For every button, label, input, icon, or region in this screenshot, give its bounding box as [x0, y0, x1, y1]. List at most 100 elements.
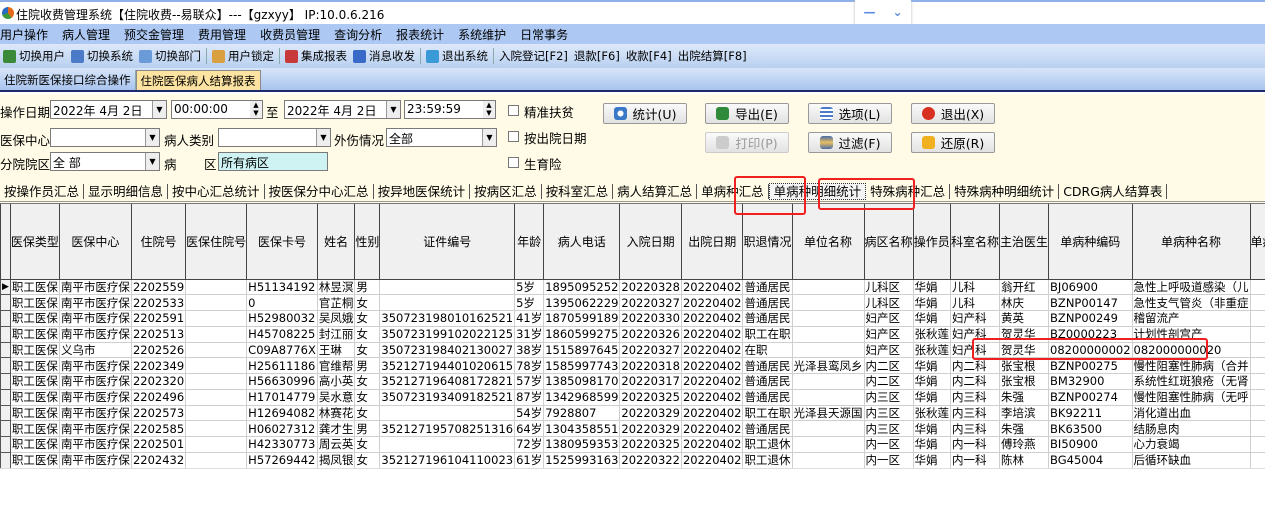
menu-item[interactable]: 查询分析: [334, 26, 382, 43]
menu-item[interactable]: 病人管理: [62, 26, 110, 43]
column-header[interactable]: 病区名称: [863, 204, 914, 280]
tab-settlement-report[interactable]: 住院医保病人结算报表: [135, 70, 261, 90]
report-tab[interactable]: 按医保分中心汇总: [265, 183, 374, 199]
date-to-picker[interactable]: 2022年 4月 2日 ▼: [284, 100, 401, 119]
column-header[interactable]: 证件编号: [379, 204, 516, 280]
ward-input[interactable]: 所有病区: [218, 152, 328, 171]
column-header[interactable]: 医保住院号: [185, 204, 248, 280]
table-row[interactable]: ▶ 职工医保 南平市医疗保 2202559 H51134192 林昱溟男 5岁 1895095…: [0, 278, 1265, 296]
column-header[interactable]: 医保中心: [58, 204, 132, 280]
column-header[interactable]: 科室名称: [950, 204, 1001, 280]
export-button[interactable]: 导出(E): [705, 103, 789, 124]
row-indicator[interactable]: [0, 404, 11, 422]
column-header[interactable]: 单病种定额: [1249, 204, 1265, 280]
toolbar-button[interactable]: 退款[F6]: [571, 48, 623, 64]
column-header[interactable]: 单位名称: [791, 204, 865, 280]
row-indicator[interactable]: [0, 420, 11, 437]
menu-item[interactable]: 日常事务: [520, 26, 568, 43]
minimize-button[interactable]: —: [863, 5, 875, 19]
report-tab[interactable]: 显示明细信息: [84, 183, 169, 199]
print-button[interactable]: 打印(P): [705, 132, 789, 153]
column-header[interactable]: 年龄: [514, 204, 545, 280]
dropdown-arrow-icon[interactable]: ▼: [386, 101, 400, 118]
column-header[interactable]: 入院日期: [619, 204, 682, 280]
toolbar-button[interactable]: 切换用户: [0, 48, 68, 64]
column-header[interactable]: 单病种名称: [1131, 204, 1251, 280]
column-header[interactable]: 性别: [354, 204, 381, 280]
column-header[interactable]: 单病种编码: [1048, 204, 1133, 280]
column-header[interactable]: 医保卡号: [246, 204, 318, 280]
row-indicator[interactable]: [0, 373, 11, 390]
injury-select[interactable]: 全部 ▼: [386, 128, 497, 147]
report-tab[interactable]: 按操作员汇总: [0, 183, 85, 199]
table-row[interactable]: 职工医保 南平市医疗保 2202432 H57269442 揭凤银女 3521271961…: [0, 451, 1265, 469]
report-tab[interactable]: 按病区汇总: [470, 183, 542, 199]
column-header[interactable]: 操作员: [912, 204, 952, 280]
report-tab[interactable]: CDRG病人结算表: [1059, 183, 1168, 199]
checkbox-maternity[interactable]: [508, 157, 519, 168]
table-row[interactable]: 职工医保 南平市医疗保 2202573 H12694082 林赛花女 54岁 7928807…: [0, 404, 1265, 422]
restore-button[interactable]: 还原(R): [911, 132, 995, 153]
dropdown-arrow-icon[interactable]: ▼: [152, 101, 166, 118]
row-indicator[interactable]: [0, 388, 11, 406]
column-header[interactable]: 住院号: [130, 204, 187, 280]
report-tab[interactable]: 按异地医保统计: [374, 183, 471, 199]
toolbar-button[interactable]: 切换部门: [136, 48, 204, 64]
filter-button[interactable]: 过滤(F): [808, 132, 892, 153]
table-row[interactable]: 职工医保 南平市医疗保 2202585 H06027312 龚才生男 3521271957…: [0, 420, 1265, 437]
column-header[interactable]: 姓名: [316, 204, 356, 280]
table-row[interactable]: 职工医保 南平市医疗保 2202349 H25611186 官维帮男 3521271944…: [0, 357, 1265, 374]
table-row[interactable]: 职工医保 南平市医疗保 2202501 H42330773 周云英女 72岁 1380959…: [0, 436, 1265, 453]
toolbar-button[interactable]: 收款[F4]: [623, 48, 675, 64]
row-indicator[interactable]: [0, 357, 11, 374]
column-header[interactable]: 出院日期: [680, 204, 744, 280]
dropdown-arrow-icon[interactable]: ▼: [145, 129, 159, 146]
row-indicator[interactable]: [0, 451, 11, 469]
toolbar-button[interactable]: 集成报表: [282, 48, 350, 64]
row-indicator[interactable]: ▶: [0, 278, 11, 296]
menu-item[interactable]: 报表统计: [396, 26, 444, 43]
center-select[interactable]: ▼: [50, 128, 160, 147]
table-row[interactable]: 职工医保 南平市医疗保 2202496 H17014779 吴水意女 3507231934…: [0, 388, 1265, 406]
row-indicator[interactable]: [0, 310, 11, 327]
time-from-input[interactable]: 00:00:00 ▲ ▼: [171, 100, 263, 119]
report-tab[interactable]: 按中心汇总统计: [168, 183, 265, 199]
dropdown-arrow-icon[interactable]: ▼: [316, 129, 330, 146]
collapse-chevron-icon[interactable]: ⌄: [892, 5, 902, 19]
date-from-picker[interactable]: 2022年 4月 2日 ▼: [50, 100, 167, 119]
menu-item[interactable]: 费用管理: [198, 26, 246, 43]
row-indicator[interactable]: [0, 325, 11, 343]
toolbar-button[interactable]: 出院结算[F8]: [675, 48, 750, 64]
toolbar-button[interactable]: 用户锁定: [209, 48, 277, 64]
branch-select[interactable]: 全 部 ▼: [50, 152, 160, 171]
row-indicator[interactable]: [0, 341, 11, 359]
column-header[interactable]: 医保类型: [9, 204, 60, 280]
table-row[interactable]: 职工医保 南平市医疗保 2202533 0 官芷桐女 5岁 1395062229 202203…: [0, 294, 1265, 311]
menu-item[interactable]: 预交金管理: [124, 26, 184, 43]
checkbox-precise-poverty[interactable]: [508, 105, 519, 116]
row-indicator[interactable]: [0, 436, 11, 453]
table-row[interactable]: 职工医保 南平市医疗保 2202320 H56630996 高小英女 3521271964…: [0, 373, 1265, 390]
spinner-icon[interactable]: ▲ ▼: [250, 101, 262, 118]
patient-type-select[interactable]: ▼: [218, 128, 331, 147]
column-header[interactable]: 病人电话: [543, 204, 621, 280]
exit-button[interactable]: 退出(X): [911, 103, 995, 124]
column-header[interactable]: 职退情况: [742, 204, 793, 280]
menu-item[interactable]: 用户操作: [0, 26, 48, 43]
menu-item[interactable]: 收费员管理: [260, 26, 320, 43]
report-tab[interactable]: 按科室汇总: [542, 183, 614, 199]
dropdown-arrow-icon[interactable]: ▼: [145, 153, 159, 170]
toolbar-button[interactable]: 消息收发: [350, 48, 418, 64]
checkbox-by-discharge-date[interactable]: [508, 131, 519, 142]
column-header[interactable]: 主治医生: [999, 204, 1050, 280]
report-tab[interactable]: 特殊病种明细统计: [950, 183, 1060, 199]
toolbar-button[interactable]: 退出系统: [423, 48, 491, 64]
time-to-input[interactable]: 23:59:59 ▲ ▼: [404, 100, 496, 119]
stat-button[interactable]: 统计(U): [603, 103, 687, 124]
row-indicator[interactable]: [0, 294, 11, 311]
dropdown-arrow-icon[interactable]: ▼: [482, 129, 496, 146]
toolbar-button[interactable]: 切换系统: [68, 48, 136, 64]
tab-new-insurance-ops[interactable]: 住院新医保接口综合操作: [0, 70, 136, 90]
report-tab[interactable]: 病人结算汇总: [613, 183, 698, 199]
table-row[interactable]: 职工医保 南平市医疗保 2202591 H52980032 吴凤娥女 3507231980…: [0, 310, 1265, 327]
